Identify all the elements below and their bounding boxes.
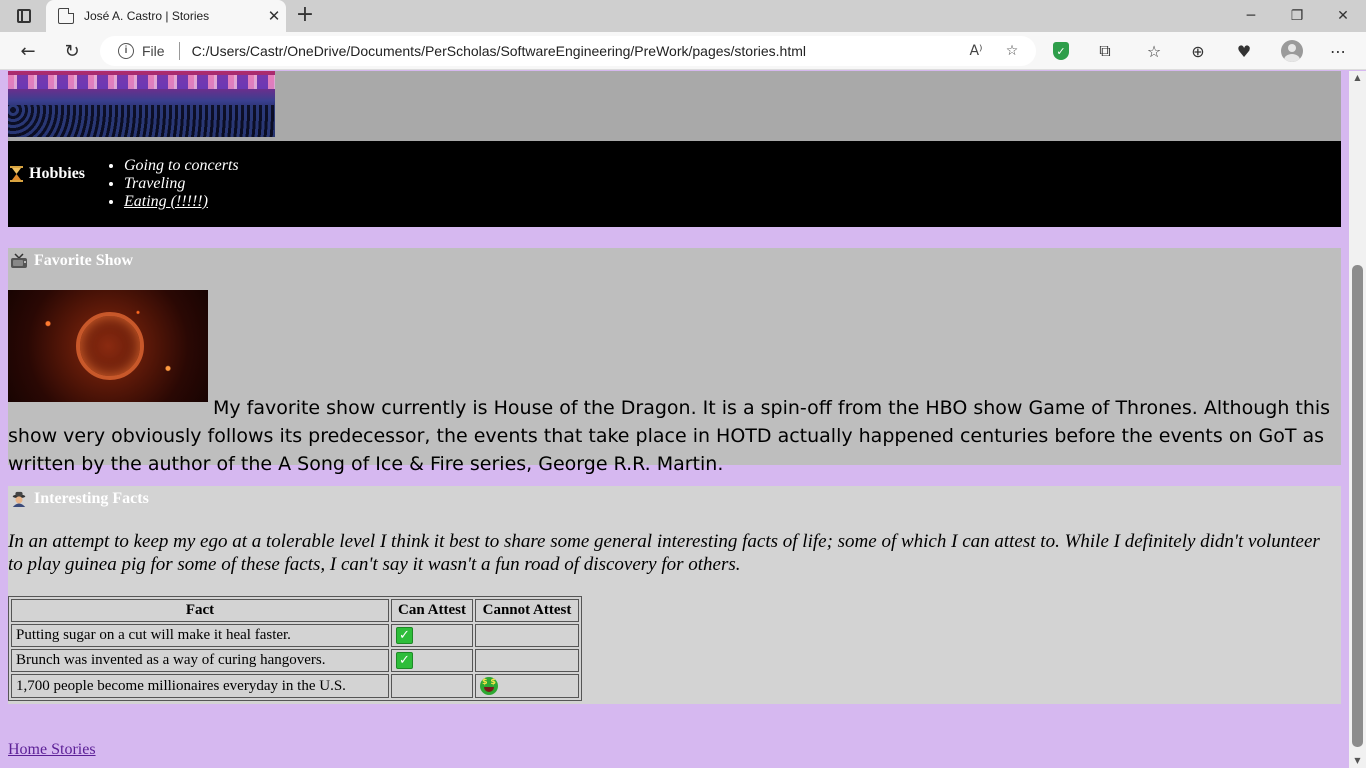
hobbies-section: Hobbies Going to concerts Traveling Eati… [8, 141, 1341, 227]
eating-link[interactable]: Eating (!!!!!) [124, 193, 208, 210]
check-mark-icon: ✓ [396, 652, 413, 670]
hobbies-list: Going to concerts Traveling Eating (!!!!… [124, 157, 239, 211]
hobby-item: Traveling [124, 175, 239, 193]
cannot-attest-header: Cannot Attest [475, 599, 579, 622]
house-of-dragon-image [8, 290, 208, 402]
page-viewport: Hobbies Going to concerts Traveling Eati… [0, 71, 1349, 768]
hobby-item: Going to concerts [124, 157, 239, 175]
url-text[interactable]: C:/Users/Castr/OneDrive/Documents/PerSch… [192, 43, 964, 59]
profile-avatar[interactable] [1279, 39, 1305, 63]
vertical-scrollbar[interactable]: ▲ ▼ [1349, 71, 1366, 768]
refresh-icon[interactable]: ↻ [57, 37, 87, 65]
hourglass-icon [10, 166, 23, 182]
concert-section [8, 71, 1341, 141]
new-tab-button[interactable]: + [292, 4, 318, 28]
favorite-show-heading: Favorite Show [10, 252, 133, 270]
concert-image [8, 71, 275, 137]
can-attest-cell: ✓ [391, 649, 473, 673]
facts-intro: In an attempt to keep my ego at a tolera… [8, 531, 1320, 575]
table-header-row: Fact Can Attest Cannot Attest [11, 599, 579, 622]
can-attest-header: Can Attest [391, 599, 473, 622]
fact-cell: Putting sugar on a cut will make it heal… [11, 624, 389, 648]
tab-bar: José A. Castro | Stories ✕ + ─ ❐ ✕ [0, 0, 1366, 32]
table-row: 1,700 people become millionaires everyda… [11, 674, 579, 699]
fact-cell: 1,700 people become millionaires everyda… [11, 674, 389, 699]
tab-actions-icon [17, 9, 31, 23]
table-row: Brunch was invented as a way of curing h… [11, 649, 579, 673]
hobbies-heading: Hobbies [10, 165, 85, 183]
extensions-icon[interactable]: ⧉ [1092, 39, 1118, 63]
minimize-button[interactable]: ─ [1228, 0, 1274, 32]
info-icon[interactable]: i [118, 43, 134, 59]
cannot-attest-cell [475, 649, 579, 673]
browser-essentials-icon[interactable]: ✓ [1048, 39, 1074, 63]
check-mark-icon: ✓ [396, 627, 413, 645]
interesting-facts-title: Interesting Facts [34, 490, 149, 507]
fact-header: Fact [11, 599, 389, 622]
interesting-facts-section: Interesting Facts In an attempt to keep … [8, 486, 1341, 704]
back-arrow-icon[interactable]: ← [13, 37, 43, 65]
money-mouth-face-icon [480, 677, 498, 696]
cannot-attest-cell [475, 674, 579, 699]
favorites-icon[interactable]: ☆ [1141, 39, 1167, 63]
interesting-facts-heading: Interesting Facts [10, 490, 149, 508]
address-bar[interactable]: i File C:/Users/Castr/OneDrive/Documents… [100, 36, 1036, 66]
restore-button[interactable]: ❐ [1274, 0, 1320, 32]
cannot-attest-cell [475, 624, 579, 648]
file-label: File [142, 43, 165, 59]
more-options-icon[interactable]: ⋯ [1325, 39, 1351, 63]
fact-cell: Brunch was invented as a way of curing h… [11, 649, 389, 673]
scroll-down-arrow-icon[interactable]: ▼ [1349, 754, 1366, 768]
collections-icon[interactable]: ⊕ [1185, 39, 1211, 63]
hobbies-title: Hobbies [29, 165, 86, 182]
can-attest-cell [391, 674, 473, 699]
page-icon [58, 8, 74, 24]
address-separator [178, 42, 180, 60]
tab-title: José A. Castro | Stories [84, 9, 210, 23]
close-window-button[interactable]: ✕ [1320, 0, 1366, 32]
active-tab[interactable]: José A. Castro | Stories ✕ [46, 0, 286, 32]
add-favorite-icon[interactable]: ☆ [1000, 43, 1024, 59]
performance-icon[interactable]: ♥ [1231, 39, 1257, 63]
facts-table: Fact Can Attest Cannot Attest Putting su… [8, 596, 582, 702]
favorite-show-text: My favorite show currently is House of t… [8, 397, 1331, 475]
can-attest-cell: ✓ [391, 624, 473, 648]
favorite-show-title: Favorite Show [34, 252, 134, 269]
scroll-up-arrow-icon[interactable]: ▲ [1349, 71, 1366, 85]
read-aloud-icon[interactable]: A⁾ [964, 43, 988, 59]
hobby-item: Eating (!!!!!) [124, 193, 239, 211]
tab-actions-button[interactable] [10, 6, 38, 26]
close-tab-icon[interactable]: ✕ [262, 7, 286, 25]
home-stories-link[interactable]: Home Stories [8, 741, 96, 759]
favorite-show-section: Favorite Show My favorite show currently… [8, 248, 1341, 475]
detective-icon [12, 491, 26, 507]
browser-toolbar: ← ↻ i File C:/Users/Castr/OneDrive/Docum… [0, 32, 1366, 70]
tv-icon [11, 253, 27, 268]
scrollbar-thumb[interactable] [1352, 265, 1363, 747]
table-row: Putting sugar on a cut will make it heal… [11, 624, 579, 648]
